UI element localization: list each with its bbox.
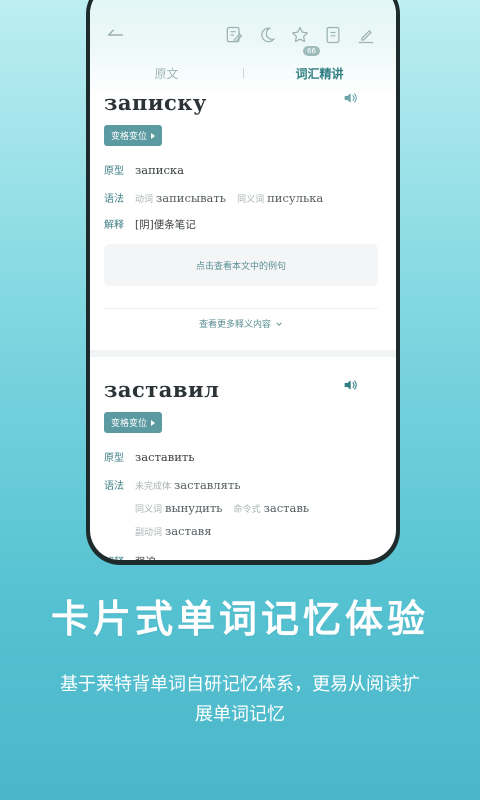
promo-subheadline: 基于莱特背单词自研记忆体系，更易从阅读扩展单词记忆 — [60, 674, 420, 725]
word-card: заставил 变格变位 原型 заставить 语法 未完成体 застав… — [90, 357, 396, 560]
grammar-tag: 同义词 — [135, 505, 163, 515]
inflection-label: 变格变位 — [111, 132, 148, 142]
toolbar — [90, 22, 396, 48]
pen-icon[interactable] — [356, 25, 376, 45]
word-title: заставил — [104, 377, 220, 402]
word-card: записку 变格变位 原型 записка 语法 动词 записывать … — [90, 90, 396, 338]
meaning-value: [阴]便条笔记 — [135, 219, 196, 231]
lemma-label: 原型 — [104, 166, 124, 177]
grammar-tag: 命令式 — [233, 505, 261, 515]
grammar-tag: 动词 — [135, 195, 154, 205]
chevron-down-icon — [276, 321, 282, 326]
grammar-word[interactable]: писулька — [267, 191, 323, 205]
play-triangle-icon — [151, 419, 156, 426]
lemma-row: 原型 заставить — [104, 449, 378, 464]
lemma-row: 原型 записка — [104, 162, 378, 177]
meaning-row: 解释 强迫 — [104, 553, 378, 560]
tab-original[interactable]: 原文 — [90, 65, 243, 88]
grammar-word[interactable]: заставлять — [174, 478, 240, 492]
grammar-tag: 副动词 — [135, 528, 163, 538]
lemma-value: записка — [135, 163, 184, 177]
view-more-button[interactable]: 查看更多释义内容 — [104, 308, 378, 338]
vocabulary-count-badge: 66 — [303, 46, 320, 56]
document-icon[interactable] — [323, 25, 343, 45]
view-more-label: 查看更多释义内容 — [198, 320, 271, 330]
grammar-row: 语法 未完成体 заставлять 同义词 вынудить 命令式 заставь… — [104, 474, 378, 543]
back-arrow-icon[interactable] — [104, 24, 126, 46]
meaning-label: 解释 — [104, 220, 124, 231]
moon-icon[interactable] — [257, 25, 277, 45]
edit-note-icon[interactable] — [224, 25, 244, 45]
meaning-value: 强迫 — [135, 554, 156, 560]
lemma-value: заставить — [135, 450, 195, 464]
grammar-label: 语法 — [104, 481, 124, 492]
grammar-row: 语法 动词 записывать 同义词 писулька — [104, 187, 378, 206]
word-title: записку — [104, 90, 207, 115]
phone-frame: 原文 词汇精讲 66 записку 变格变位 原型 записка 语法 动词… — [86, 0, 400, 565]
play-triangle-icon — [151, 132, 156, 139]
view-examples-button[interactable]: 点击查看本文中的例句 — [104, 244, 378, 286]
grammar-tag: 同义词 — [237, 195, 265, 205]
speaker-icon[interactable] — [342, 90, 358, 106]
inflection-label: 变格变位 — [111, 419, 148, 429]
tab-vocabulary[interactable]: 词汇精讲 — [243, 65, 396, 88]
star-icon[interactable] — [290, 25, 310, 45]
meaning-row: 解释 [阴]便条笔记 — [104, 216, 378, 232]
lemma-label: 原型 — [104, 453, 124, 464]
grammar-word[interactable]: вынудить — [165, 501, 222, 515]
grammar-tag: 未完成体 — [135, 482, 172, 492]
inflection-button[interactable]: 变格变位 — [104, 125, 163, 146]
grammar-word[interactable]: заставь — [264, 501, 310, 515]
inflection-button[interactable]: 变格变位 — [104, 412, 163, 433]
tab-bar: 原文 词汇精讲 66 — [90, 46, 396, 88]
speaker-icon[interactable] — [342, 377, 358, 393]
meaning-label: 解释 — [104, 553, 135, 560]
app-screen: 原文 词汇精讲 66 записку 变格变位 原型 записка 语法 动词… — [90, 0, 396, 560]
grammar-word[interactable]: записывать — [156, 191, 226, 205]
promo-headline: 卡片式单词记忆体验 — [50, 597, 429, 641]
header: 原文 词汇精讲 66 — [90, 0, 396, 96]
card-divider — [90, 350, 396, 357]
grammar-word[interactable]: заставя — [165, 524, 212, 538]
grammar-label: 语法 — [104, 194, 124, 205]
